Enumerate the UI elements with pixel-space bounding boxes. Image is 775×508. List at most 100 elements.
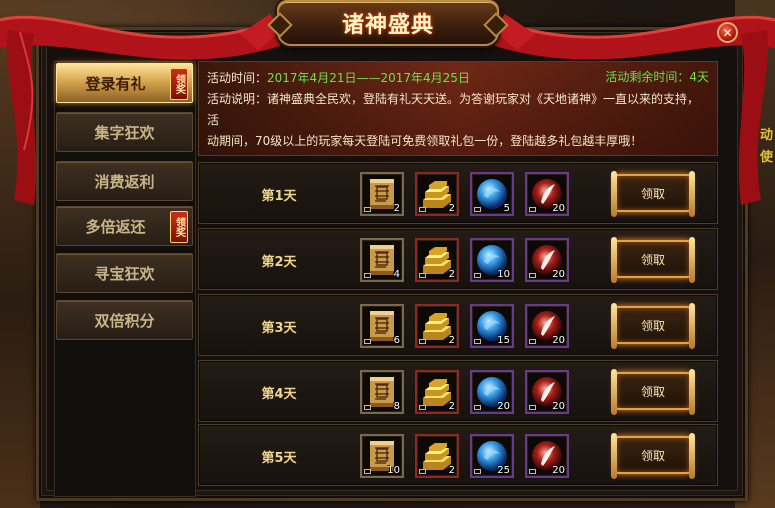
close-button[interactable]: ✕ [717, 22, 738, 43]
window-title: 诸神盛典 [341, 13, 434, 38]
close-icon: ✕ [722, 25, 733, 40]
bound-item-icon [474, 469, 481, 474]
tab-spend-rebate[interactable]: 消费返利 [56, 161, 193, 201]
reward-item-slot[interactable]: 2 [415, 238, 459, 282]
claim-button-label: 领取 [640, 448, 665, 463]
item-count: 2 [448, 269, 455, 280]
bound-item-icon [474, 207, 481, 212]
event-time-label: 活动时间： [207, 71, 268, 85]
claim-button-label: 领取 [640, 252, 665, 267]
reward-item-slot[interactable]: 20 [525, 238, 569, 282]
bound-item-icon [419, 405, 426, 410]
reward-item-slot[interactable]: 20 [525, 370, 569, 414]
claim-button-label: 领取 [640, 186, 665, 201]
day-label: 第2天 [261, 255, 297, 270]
reward-item-slot[interactable]: 10 [360, 434, 404, 478]
item-count: 6 [393, 335, 400, 346]
bound-item-icon [529, 273, 536, 278]
item-count: 10 [497, 269, 510, 280]
bound-item-icon [474, 405, 481, 410]
claim-badge: 领奖 [170, 211, 188, 243]
day-label: 第4天 [261, 387, 297, 402]
item-count: 5 [503, 203, 510, 214]
tab-word-collect[interactable]: 集字狂欢 [56, 112, 193, 152]
claim-button[interactable]: 领取 [611, 369, 695, 415]
bound-item-icon [529, 207, 536, 212]
item-count: 2 [393, 203, 400, 214]
reward-row-day-5: 第5天 10 2 25 20 领取 [198, 424, 718, 486]
tab-double-points[interactable]: 双倍积分 [56, 300, 193, 340]
claim-button[interactable]: 领取 [611, 433, 695, 479]
item-count: 8 [393, 401, 400, 412]
item-count: 2 [448, 335, 455, 346]
bound-item-icon [364, 405, 371, 410]
bound-item-icon [419, 273, 426, 278]
tab-label: 集字狂欢 [94, 123, 155, 142]
tab-label: 多倍返还 [85, 217, 146, 236]
item-count: 20 [552, 465, 565, 476]
reward-row-day-3: 第3天 6 2 15 20 领取 [198, 294, 718, 356]
tab-label: 双倍积分 [94, 311, 155, 330]
claim-button[interactable]: 领取 [611, 237, 695, 283]
reward-row-day-2: 第2天 4 2 10 20 领取 [198, 228, 718, 290]
bound-item-icon [364, 207, 371, 212]
tab-label: 登录有礼 [85, 74, 146, 93]
item-count: 4 [393, 269, 400, 280]
item-count: 20 [552, 203, 565, 214]
claim-button[interactable]: 领取 [611, 303, 695, 349]
reward-row-day-1: 第1天 2 2 5 20 领取 [198, 162, 718, 224]
claim-button[interactable]: 领取 [611, 171, 695, 217]
bound-item-icon [419, 207, 426, 212]
day-label: 第3天 [261, 321, 297, 336]
reward-item-slot[interactable]: 2 [415, 434, 459, 478]
reward-item-slot[interactable]: 8 [360, 370, 404, 414]
item-count: 10 [387, 465, 400, 476]
reward-item-slot[interactable]: 25 [470, 434, 514, 478]
event-description-line2: 动期间，70级以上的玩家每天登陆可免费领取礼包一份，登陆越多礼包越丰厚哦！ [207, 134, 643, 148]
reward-item-slot[interactable]: 20 [525, 172, 569, 216]
tab-treasure-hunt[interactable]: 寻宝狂欢 [56, 253, 193, 293]
claim-button-label: 领取 [640, 318, 665, 333]
item-count: 2 [448, 401, 455, 412]
bound-item-icon [474, 273, 481, 278]
tab-login-gift[interactable]: 登录有礼 领奖 [56, 63, 193, 103]
bound-item-icon [364, 469, 371, 474]
remaining-time: 活动剩余时间：4天 [605, 70, 709, 84]
bound-item-icon [529, 469, 536, 474]
bound-item-icon [364, 339, 371, 344]
reward-item-slot[interactable]: 5 [470, 172, 514, 216]
bound-item-icon [474, 339, 481, 344]
reward-item-slot[interactable]: 15 [470, 304, 514, 348]
reward-item-slot[interactable]: 20 [470, 370, 514, 414]
window-title-plaque: 诸神盛典 [277, 0, 499, 46]
bound-item-icon [364, 273, 371, 278]
bound-item-icon [419, 339, 426, 344]
bound-item-icon [419, 469, 426, 474]
reward-item-slot[interactable]: 4 [360, 238, 404, 282]
item-count: 20 [497, 401, 510, 412]
tab-multi-return[interactable]: 多倍返还 领奖 [56, 206, 193, 246]
reward-item-slot[interactable]: 6 [360, 304, 404, 348]
item-count: 2 [448, 465, 455, 476]
reward-item-slot[interactable]: 2 [415, 172, 459, 216]
item-count: 20 [552, 335, 565, 346]
bound-item-icon [529, 339, 536, 344]
reward-item-slot[interactable]: 2 [360, 172, 404, 216]
item-count: 20 [552, 269, 565, 280]
day-label: 第5天 [261, 451, 297, 466]
claim-badge: 领奖 [170, 68, 188, 100]
reward-row-day-4: 第4天 8 2 20 20 领取 [198, 360, 718, 422]
reward-item-slot[interactable]: 10 [470, 238, 514, 282]
item-count: 25 [497, 465, 510, 476]
day-label: 第1天 [261, 189, 297, 204]
item-count: 15 [497, 335, 510, 346]
reward-item-slot[interactable]: 20 [525, 434, 569, 478]
event-time-value: 2017年4月21日——2017年4月25日 [267, 71, 470, 85]
tab-label: 寻宝狂欢 [94, 264, 155, 283]
event-info-banner: 活动时间：2017年4月21日——2017年4月25日 活动剩余时间：4天 活动… [198, 61, 718, 156]
item-count: 20 [552, 401, 565, 412]
reward-item-slot[interactable]: 20 [525, 304, 569, 348]
reward-item-slot[interactable]: 2 [415, 304, 459, 348]
tab-label: 消费返利 [94, 172, 155, 191]
reward-item-slot[interactable]: 2 [415, 370, 459, 414]
